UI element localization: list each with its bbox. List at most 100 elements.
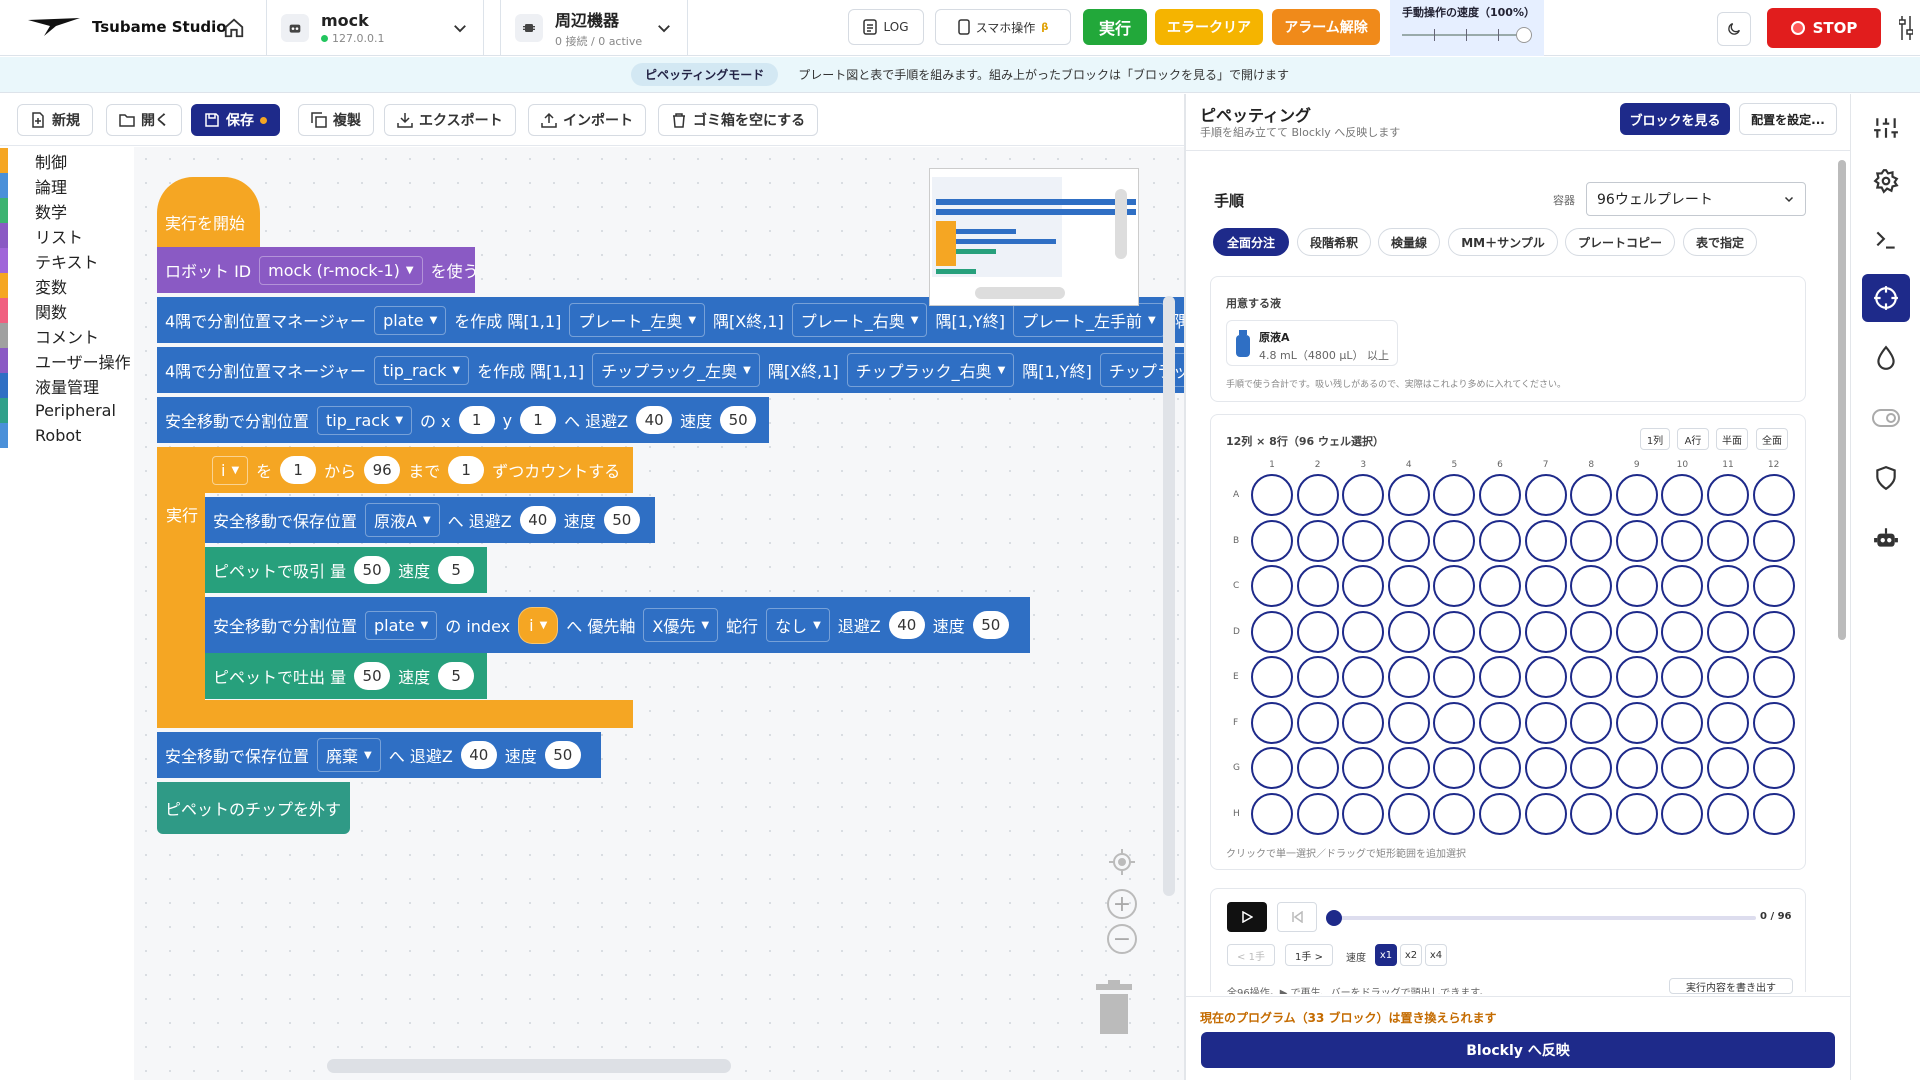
z-input[interactable]: 40: [888, 611, 925, 639]
grid-select-button[interactable]: A行: [1677, 428, 1709, 450]
panel-scrollbar[interactable]: [1838, 160, 1846, 640]
well[interactable]: [1707, 519, 1749, 562]
zoom-in-icon[interactable]: +: [1107, 889, 1137, 919]
well[interactable]: [1661, 519, 1704, 562]
well[interactable]: [1296, 519, 1339, 562]
well[interactable]: [1296, 610, 1339, 653]
well[interactable]: [1707, 701, 1749, 744]
well[interactable]: [1570, 519, 1613, 562]
playback-track[interactable]: [1330, 916, 1756, 920]
well[interactable]: [1707, 610, 1749, 653]
x-input[interactable]: 1: [458, 406, 495, 434]
protocol-tab[interactable]: 全面分注: [1213, 228, 1289, 256]
well[interactable]: [1707, 747, 1749, 789]
index-var-dropdown[interactable]: i ▼: [518, 606, 559, 644]
speed-option[interactable]: x1: [1375, 944, 1397, 966]
protocol-tab[interactable]: 検量線: [1378, 228, 1440, 256]
export-button[interactable]: エクスポート: [384, 104, 516, 136]
well[interactable]: [1251, 792, 1293, 835]
well[interactable]: [1342, 656, 1385, 698]
well[interactable]: [1661, 792, 1704, 835]
well[interactable]: [1387, 519, 1430, 562]
well[interactable]: [1707, 656, 1749, 698]
bot-icon[interactable]: [1862, 514, 1910, 562]
loop-var-dropdown[interactable]: i ▼: [212, 455, 249, 485]
grid-name-dropdown[interactable]: plate ▼: [374, 305, 447, 335]
corner2-dropdown[interactable]: プレート_右奥 ▼: [791, 303, 928, 337]
manual-speed-slider[interactable]: [1402, 24, 1532, 46]
log-button[interactable]: LOG: [848, 9, 924, 45]
z-input[interactable]: 40: [519, 506, 556, 534]
y-input[interactable]: 1: [520, 406, 557, 434]
robot-id-block[interactable]: ロボット ID mock (r-mock-1) ▼ を使う: [157, 247, 479, 293]
protocol-tab[interactable]: 表で指定: [1683, 228, 1757, 256]
volume-input[interactable]: 50: [354, 556, 391, 584]
well[interactable]: [1387, 610, 1430, 653]
rewind-button[interactable]: [1277, 902, 1317, 932]
playback-thumb[interactable]: [1326, 910, 1342, 926]
workspace-minimap[interactable]: [929, 168, 1139, 306]
sliders-icon[interactable]: [1898, 14, 1914, 42]
protocol-tab[interactable]: プレートコピー: [1565, 228, 1675, 256]
loop-to-input[interactable]: 96: [364, 456, 401, 484]
well[interactable]: [1251, 610, 1293, 653]
waste-dropdown[interactable]: 廃棄 ▼: [317, 738, 381, 772]
category-item[interactable]: 関数: [0, 298, 134, 323]
well[interactable]: [1524, 747, 1567, 789]
well[interactable]: [1524, 656, 1567, 698]
category-item[interactable]: 液量管理: [0, 373, 134, 398]
well[interactable]: [1342, 474, 1385, 516]
drop-icon[interactable]: [1862, 334, 1910, 382]
category-item[interactable]: Robot: [0, 423, 134, 448]
category-item[interactable]: リスト: [0, 223, 134, 248]
speed-option[interactable]: x4: [1425, 944, 1447, 966]
well[interactable]: [1387, 565, 1430, 607]
import-button[interactable]: インポート: [528, 104, 646, 136]
speed-input[interactable]: 5: [438, 556, 475, 584]
well[interactable]: [1524, 474, 1567, 516]
category-item[interactable]: 制御: [0, 148, 134, 173]
grid-manager-tiprack-block[interactable]: 4隅で分割位置マネージャー tip_rack ▼ を作成 隅[1,1] チップラッ…: [157, 347, 1184, 393]
loop-step-input[interactable]: 1: [448, 456, 485, 484]
grid-select-button[interactable]: 1列: [1640, 428, 1670, 450]
layout-settings-button[interactable]: 配置を設定...: [1739, 103, 1837, 135]
open-button[interactable]: 開く: [106, 104, 182, 136]
well[interactable]: [1387, 701, 1430, 744]
speed-input[interactable]: 50: [544, 741, 581, 769]
well[interactable]: [1570, 565, 1613, 607]
sliders-icon[interactable]: [1862, 104, 1910, 152]
well[interactable]: [1752, 792, 1795, 835]
well[interactable]: [1615, 792, 1658, 835]
next-step-button[interactable]: 1手 >: [1285, 944, 1333, 966]
grid-select-button[interactable]: 半面: [1716, 428, 1748, 450]
well[interactable]: [1479, 792, 1521, 835]
move-waste-block[interactable]: 安全移動で保存位置 廃棄 ▼ へ 退避Z 40 速度 50: [157, 732, 601, 778]
well[interactable]: [1296, 474, 1339, 516]
crosshair-icon[interactable]: [1862, 274, 1910, 322]
well[interactable]: [1615, 519, 1658, 562]
grid-name-dropdown[interactable]: tip_rack ▼: [374, 355, 470, 385]
grid-select-button[interactable]: 全面: [1756, 428, 1788, 450]
workspace-trash-icon[interactable]: [1094, 980, 1134, 1036]
well[interactable]: [1570, 656, 1613, 698]
well[interactable]: [1661, 610, 1704, 653]
write-out-button[interactable]: 実行内容を書き出す: [1669, 978, 1793, 994]
workspace-horizontal-scrollbar[interactable]: [327, 1059, 731, 1073]
alarm-clear-button[interactable]: アラーム解除: [1272, 9, 1380, 45]
well[interactable]: [1433, 701, 1476, 744]
toggle-icon[interactable]: [1862, 394, 1910, 442]
well[interactable]: [1342, 610, 1385, 653]
grid-dropdown[interactable]: plate ▼: [365, 610, 438, 640]
well[interactable]: [1570, 747, 1613, 789]
move-stock-block[interactable]: 安全移動で保存位置 原液A ▼ へ 退避Z 40 速度 50: [205, 497, 655, 543]
view-blocks-button[interactable]: ブロックを見る: [1620, 103, 1730, 135]
well[interactable]: [1707, 474, 1749, 516]
duplicate-button[interactable]: 複製: [298, 104, 374, 136]
well[interactable]: [1615, 565, 1658, 607]
recenter-icon[interactable]: [1107, 847, 1137, 877]
corner3-dropdown[interactable]: プレート_左手前 ▼: [1013, 303, 1165, 337]
category-item[interactable]: 数学: [0, 198, 134, 223]
category-item[interactable]: Peripheral: [0, 398, 134, 423]
well[interactable]: [1570, 792, 1613, 835]
grid-dropdown[interactable]: tip_rack ▼: [317, 405, 413, 435]
